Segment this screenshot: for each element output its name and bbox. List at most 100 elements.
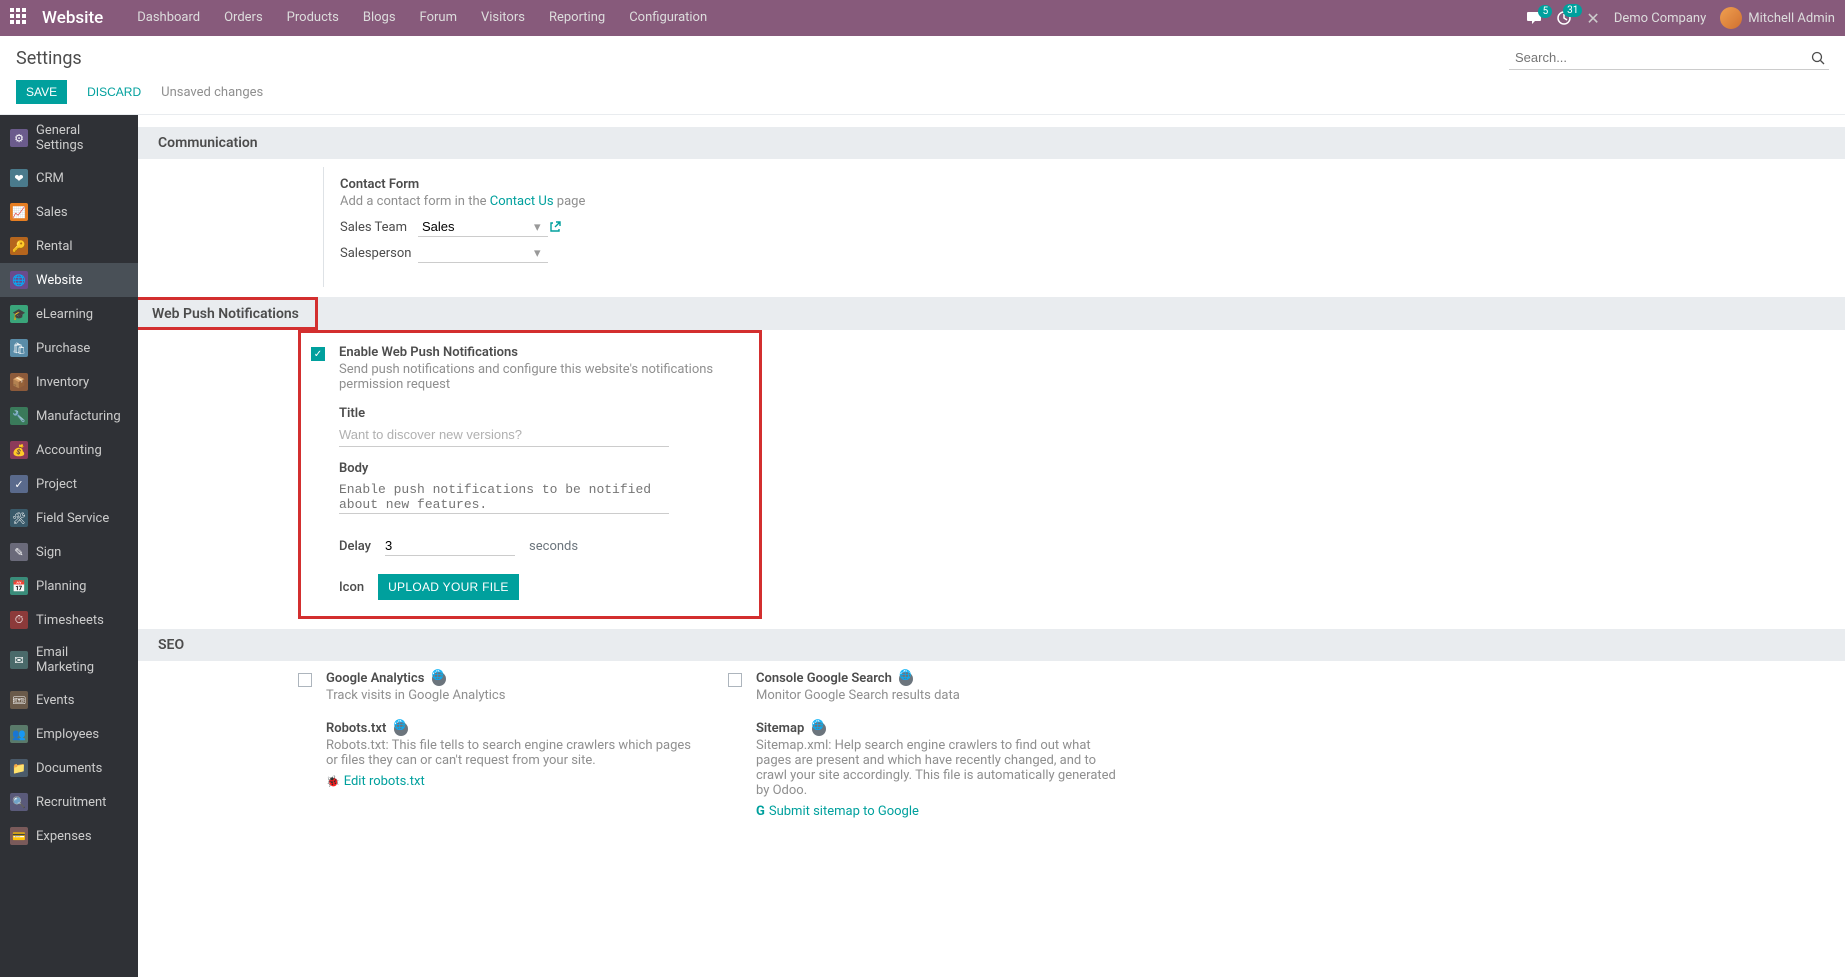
sidebar-item-documents[interactable]: 📁Documents — [0, 751, 138, 785]
crm-icon: ❤ — [10, 169, 28, 187]
sidebar-item-rental[interactable]: 🔑Rental — [0, 229, 138, 263]
user-menu[interactable]: Mitchell Admin — [1720, 7, 1835, 29]
sidebar-item-planning[interactable]: 📅 Planning — [0, 569, 138, 603]
sidebar-item-recruitment[interactable]: 🔍Recruitment — [0, 785, 138, 819]
activities-icon[interactable]: 31 — [1556, 10, 1572, 26]
project-icon: ✓ — [10, 475, 28, 493]
sidebar-item-events[interactable]: 🎟Events — [0, 683, 138, 717]
sidebar-item-general[interactable]: ⚙ General Settings — [0, 115, 138, 161]
sidebar-item-label: Inventory — [36, 375, 89, 390]
sidebar-item-employees[interactable]: 👥Employees — [0, 717, 138, 751]
control-panel: Settings SAVE DISCARD Unsaved changes — [0, 36, 1845, 115]
sidebar-item-crm[interactable]: ❤ CRM — [0, 161, 138, 195]
enable-push-checkbox[interactable] — [311, 347, 325, 361]
sidebar-item-sign[interactable]: ✎ Sign — [0, 535, 138, 569]
push-delay-suffix: seconds — [529, 539, 578, 554]
push-delay-input[interactable] — [385, 536, 515, 556]
chevron-down-icon[interactable]: ▾ — [534, 246, 541, 261]
sidebar-item-email-marketing[interactable]: ✉Email Marketing — [0, 637, 138, 683]
chevron-down-icon[interactable]: ▾ — [534, 220, 541, 235]
elearning-icon: 🎓 — [10, 305, 28, 323]
sidebar-item-elearning[interactable]: 🎓 eLearning — [0, 297, 138, 331]
sidebar-item-label: CRM — [36, 171, 64, 186]
sidebar-item-label: General Settings — [36, 123, 128, 153]
google-analytics-checkbox[interactable] — [298, 673, 312, 687]
sales-team-select[interactable] — [418, 217, 548, 237]
messages-icon[interactable]: 5 — [1526, 11, 1542, 25]
save-button[interactable]: SAVE — [16, 80, 67, 104]
discard-button[interactable]: DISCARD — [77, 80, 151, 104]
sidebar-item-purchase[interactable]: 🛍 Purchase — [0, 331, 138, 365]
search-box[interactable] — [1509, 46, 1829, 70]
external-link-icon[interactable] — [549, 221, 561, 233]
user-name: Mitchell Admin — [1748, 11, 1835, 26]
sidebar-item-label: Timesheets — [36, 613, 104, 628]
sales-icon: 📈 — [10, 203, 28, 221]
menu-blogs[interactable]: Blogs — [351, 0, 408, 36]
push-body-input[interactable] — [339, 478, 669, 514]
apps-icon[interactable] — [10, 8, 30, 28]
expenses-icon: 💳 — [10, 827, 28, 845]
timesheets-icon: ⏱ — [10, 611, 28, 629]
menu-orders[interactable]: Orders — [212, 0, 275, 36]
upload-file-button[interactable]: UPLOAD YOUR FILE — [378, 574, 519, 600]
sidebar-item-accounting[interactable]: 💰Accounting — [0, 433, 138, 467]
globe-icon — [432, 672, 446, 686]
search-icon[interactable] — [1807, 51, 1829, 65]
brand-title: Website — [42, 8, 103, 28]
main-menu: Dashboard Orders Products Blogs Forum Vi… — [125, 0, 719, 36]
search-input[interactable] — [1509, 46, 1807, 69]
contact-us-link[interactable]: Contact Us — [490, 194, 554, 209]
google-search-console-checkbox[interactable] — [728, 673, 742, 687]
manufacturing-icon: 🔧 — [10, 407, 28, 425]
sign-icon: ✎ — [10, 543, 28, 561]
contact-form-title: Contact Form — [340, 177, 1845, 192]
sidebar-item-website[interactable]: 🌐Website — [0, 263, 138, 297]
field-service-icon: 🛠 — [10, 509, 28, 527]
inventory-icon: 📦 — [10, 373, 28, 391]
sidebar-item-label: Purchase — [36, 341, 90, 356]
sidebar-item-label: Planning — [36, 579, 86, 594]
submit-sitemap-link[interactable]: GSubmit sitemap to Google — [756, 804, 1128, 819]
sidebar-item-label: eLearning — [36, 307, 93, 322]
activities-badge: 31 — [1563, 4, 1582, 17]
sidebar-item-label: Website — [36, 273, 83, 288]
sidebar-item-manufacturing[interactable]: 🔧 Manufacturing — [0, 399, 138, 433]
sidebar-item-label: Sign — [36, 545, 61, 560]
purchase-icon: 🛍 — [10, 339, 28, 357]
sidebar-item-label: Manufacturing — [36, 409, 121, 424]
menu-products[interactable]: Products — [275, 0, 351, 36]
sidebar-item-project[interactable]: ✓Project — [0, 467, 138, 501]
sales-team-label: Sales Team — [340, 220, 418, 235]
unsaved-indicator: Unsaved changes — [161, 85, 263, 100]
gear-icon: ⚙ — [10, 129, 28, 147]
edit-robots-link[interactable]: Edit robots.txt — [326, 774, 698, 789]
menu-configuration[interactable]: Configuration — [617, 0, 719, 36]
menu-visitors[interactable]: Visitors — [469, 0, 537, 36]
google-icon: G — [756, 804, 765, 819]
sidebar-item-field-service[interactable]: 🛠Field Service — [0, 501, 138, 535]
planning-icon: 📅 — [10, 577, 28, 595]
section-web-push: Web Push Notifications — [138, 297, 1845, 330]
sidebar-item-label: Employees — [36, 727, 99, 742]
menu-dashboard[interactable]: Dashboard — [125, 0, 212, 36]
salesperson-select[interactable] — [418, 243, 548, 263]
enable-push-desc: Send push notifications and configure th… — [339, 362, 739, 392]
menu-forum[interactable]: Forum — [408, 0, 469, 36]
push-body-label: Body — [339, 461, 743, 476]
sitemap-desc: Sitemap.xml: Help search engine crawlers… — [756, 738, 1128, 798]
sidebar-item-expenses[interactable]: 💳 Expenses — [0, 819, 138, 853]
push-title-input[interactable] — [339, 423, 669, 447]
push-icon-label: Icon — [339, 580, 364, 595]
close-icon[interactable]: ✕ — [1586, 9, 1599, 28]
globe-icon — [394, 722, 408, 736]
sidebar-item-timesheets[interactable]: ⏱ Timesheets — [0, 603, 138, 637]
messages-badge: 5 — [1538, 5, 1552, 18]
enable-push-title: Enable Web Push Notifications — [339, 345, 743, 360]
sidebar-item-label: Expenses — [36, 829, 92, 844]
sidebar-item-inventory[interactable]: 📦 Inventory — [0, 365, 138, 399]
menu-reporting[interactable]: Reporting — [537, 0, 617, 36]
sidebar-item-sales[interactable]: 📈Sales — [0, 195, 138, 229]
company-name[interactable]: Demo Company — [1614, 11, 1706, 26]
sidebar-item-label: Email Marketing — [36, 645, 128, 675]
